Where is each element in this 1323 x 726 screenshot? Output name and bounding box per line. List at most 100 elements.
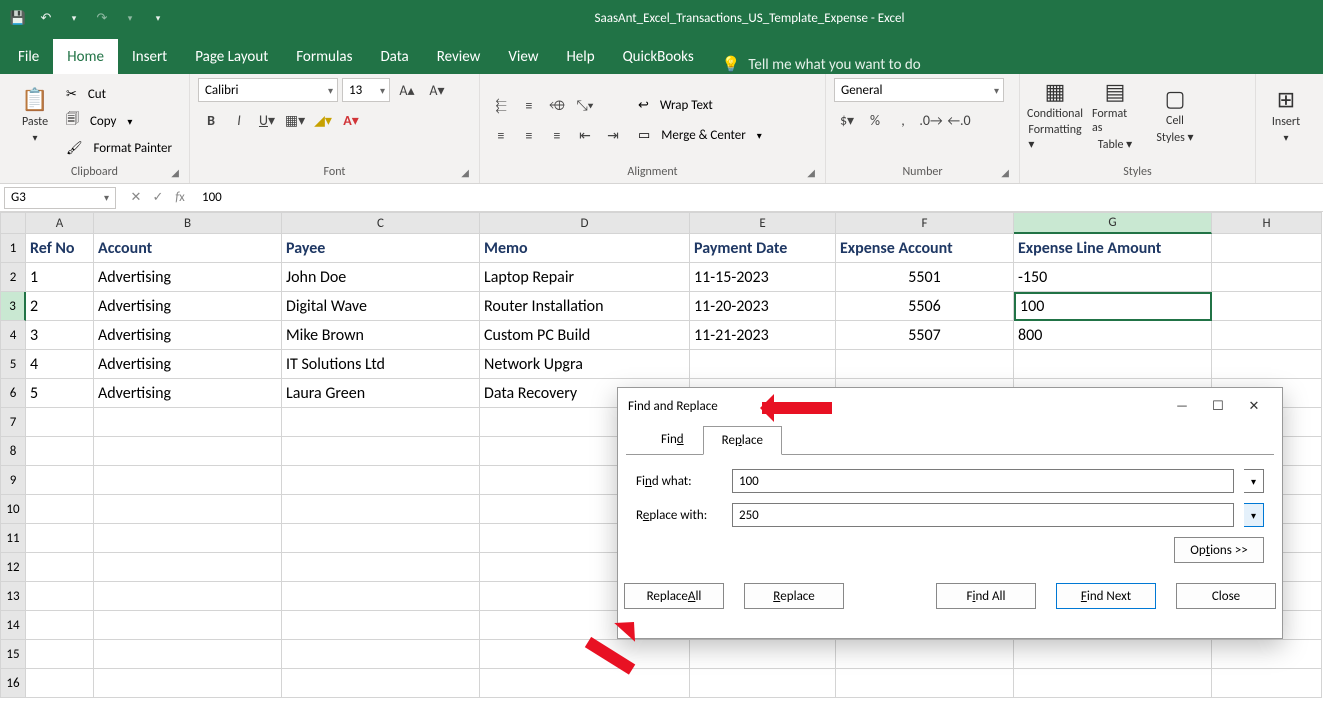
bold-button[interactable]: B <box>198 108 224 132</box>
accounting-format-icon[interactable]: $▾ <box>834 108 860 132</box>
cell-A3[interactable]: 2 <box>26 292 94 321</box>
cell-F2[interactable]: 5501 <box>836 263 1014 292</box>
decrease-indent-icon[interactable]: ⇤ <box>572 124 598 148</box>
cell-G1[interactable]: Expense Line Amount <box>1014 234 1212 263</box>
row-header[interactable]: 7 <box>0 408 26 437</box>
row-header[interactable]: 13 <box>0 582 26 611</box>
dialog-launcher-icon[interactable]: ◢ <box>461 166 469 179</box>
find-what-dropdown-icon[interactable]: ▾ <box>1244 469 1264 493</box>
cell-A15[interactable] <box>26 640 94 669</box>
col-header-G[interactable]: G <box>1014 212 1212 234</box>
close-icon[interactable]: ✕ <box>1236 392 1272 420</box>
row-header[interactable]: 15 <box>0 640 26 669</box>
increase-decimal-icon[interactable]: .0→ <box>918 108 944 132</box>
cell-A9[interactable] <box>26 466 94 495</box>
cell-A10[interactable] <box>26 495 94 524</box>
cell-E4[interactable]: 11-21-2023 <box>690 321 836 350</box>
cell-G5[interactable] <box>1014 350 1212 379</box>
cell-A4[interactable]: 3 <box>26 321 94 350</box>
find-what-input[interactable]: 100 <box>732 469 1234 493</box>
tab-review[interactable]: Review <box>423 39 495 74</box>
cell-D2[interactable]: Laptop Repair <box>480 263 690 292</box>
replace-all-button[interactable]: Replace All <box>624 583 724 609</box>
number-format-combo[interactable]: General <box>834 78 1004 102</box>
tab-replace[interactable]: Replace <box>703 426 782 455</box>
cell-A8[interactable] <box>26 437 94 466</box>
cell-D3[interactable]: Router Installation <box>480 292 690 321</box>
tab-formulas[interactable]: Formulas <box>282 39 366 74</box>
align-bottom-icon[interactable]: ⬲ <box>544 94 570 118</box>
cell-C3[interactable]: Digital Wave <box>282 292 480 321</box>
cell-E16[interactable] <box>690 669 836 698</box>
increase-font-icon[interactable]: A▴ <box>394 78 420 102</box>
decrease-decimal-icon[interactable]: ←.0 <box>946 108 972 132</box>
row-header[interactable]: 14 <box>0 611 26 640</box>
col-header-A[interactable]: A <box>26 212 94 234</box>
cell-G2[interactable]: -150 <box>1014 263 1212 292</box>
tab-quickbooks[interactable]: QuickBooks <box>609 39 708 74</box>
cell-A14[interactable] <box>26 611 94 640</box>
cell-A5[interactable]: 4 <box>26 350 94 379</box>
cell-C4[interactable]: Mike Brown <box>282 321 480 350</box>
cell-E5[interactable] <box>690 350 836 379</box>
cell-C13[interactable] <box>282 582 480 611</box>
dialog-launcher-icon[interactable]: ◢ <box>171 166 179 179</box>
merge-center-button[interactable]: ▭ Merge & Center ▾ <box>638 124 762 148</box>
redo-icon[interactable]: ↷ <box>90 6 114 30</box>
find-next-button[interactable]: Find Next <box>1056 583 1156 609</box>
cell-F15[interactable] <box>836 640 1014 669</box>
cell-E2[interactable]: 11-15-2023 <box>690 263 836 292</box>
row-header[interactable]: 9 <box>0 466 26 495</box>
replace-with-dropdown-icon[interactable]: ▾ <box>1244 503 1264 527</box>
cell-F1[interactable]: Expense Account <box>836 234 1014 263</box>
cell-A16[interactable] <box>26 669 94 698</box>
tab-page-layout[interactable]: Page Layout <box>181 39 282 74</box>
cell-C5[interactable]: IT Solutions Ltd <box>282 350 480 379</box>
tab-insert[interactable]: Insert <box>118 39 181 74</box>
cell-A12[interactable] <box>26 553 94 582</box>
fx-icon[interactable]: fx <box>170 190 190 205</box>
dialog-titlebar[interactable]: Find and Replace — ☐ ✕ <box>618 388 1282 424</box>
formula-input[interactable]: 100 <box>196 190 1323 205</box>
cell-C10[interactable] <box>282 495 480 524</box>
increase-indent-icon[interactable]: ⇥ <box>600 124 626 148</box>
tab-help[interactable]: Help <box>552 39 608 74</box>
fill-color-button[interactable]: ◢▾ <box>310 108 336 132</box>
align-left-icon[interactable]: ≡ <box>488 124 514 148</box>
cell-F16[interactable] <box>836 669 1014 698</box>
cell-F5[interactable] <box>836 350 1014 379</box>
cell-H1[interactable] <box>1212 234 1322 263</box>
cell-B10[interactable] <box>94 495 282 524</box>
font-size-combo[interactable]: 13 <box>342 78 390 102</box>
cell-H16[interactable] <box>1212 669 1322 698</box>
col-header-B[interactable]: B <box>94 212 282 234</box>
cell-H4[interactable] <box>1212 321 1322 350</box>
row-header[interactable]: 4 <box>0 321 26 350</box>
paste-button[interactable]: 📋 Paste ▾ <box>8 78 62 152</box>
dialog-launcher-icon[interactable]: ◢ <box>807 166 815 179</box>
tab-find[interactable]: Find <box>642 425 703 454</box>
cell-B14[interactable] <box>94 611 282 640</box>
font-name-combo[interactable]: Calibri <box>198 78 338 102</box>
dialog-launcher-icon[interactable]: ◢ <box>1001 166 1009 179</box>
cell-B16[interactable] <box>94 669 282 698</box>
decrease-font-icon[interactable]: A▾ <box>424 78 450 102</box>
col-header-E[interactable]: E <box>690 212 836 234</box>
minimize-icon[interactable]: — <box>1164 392 1200 420</box>
orientation-icon[interactable]: ⤡▾ <box>572 94 598 118</box>
close-button[interactable]: Close <box>1176 583 1276 609</box>
cell-G15[interactable] <box>1014 640 1212 669</box>
cell-C8[interactable] <box>282 437 480 466</box>
row-header[interactable]: 5 <box>0 350 26 379</box>
align-center-icon[interactable]: ≡ <box>516 124 542 148</box>
cell-H3[interactable] <box>1212 292 1322 321</box>
cell-B15[interactable] <box>94 640 282 669</box>
cell-C16[interactable] <box>282 669 480 698</box>
col-header-D[interactable]: D <box>480 212 690 234</box>
cell-H15[interactable] <box>1212 640 1322 669</box>
font-color-button[interactable]: A▾ <box>338 108 364 132</box>
cell-D15[interactable] <box>480 640 690 669</box>
cell-C7[interactable] <box>282 408 480 437</box>
cell-F4[interactable]: 5507 <box>836 321 1014 350</box>
comma-format-icon[interactable]: , <box>890 108 916 132</box>
